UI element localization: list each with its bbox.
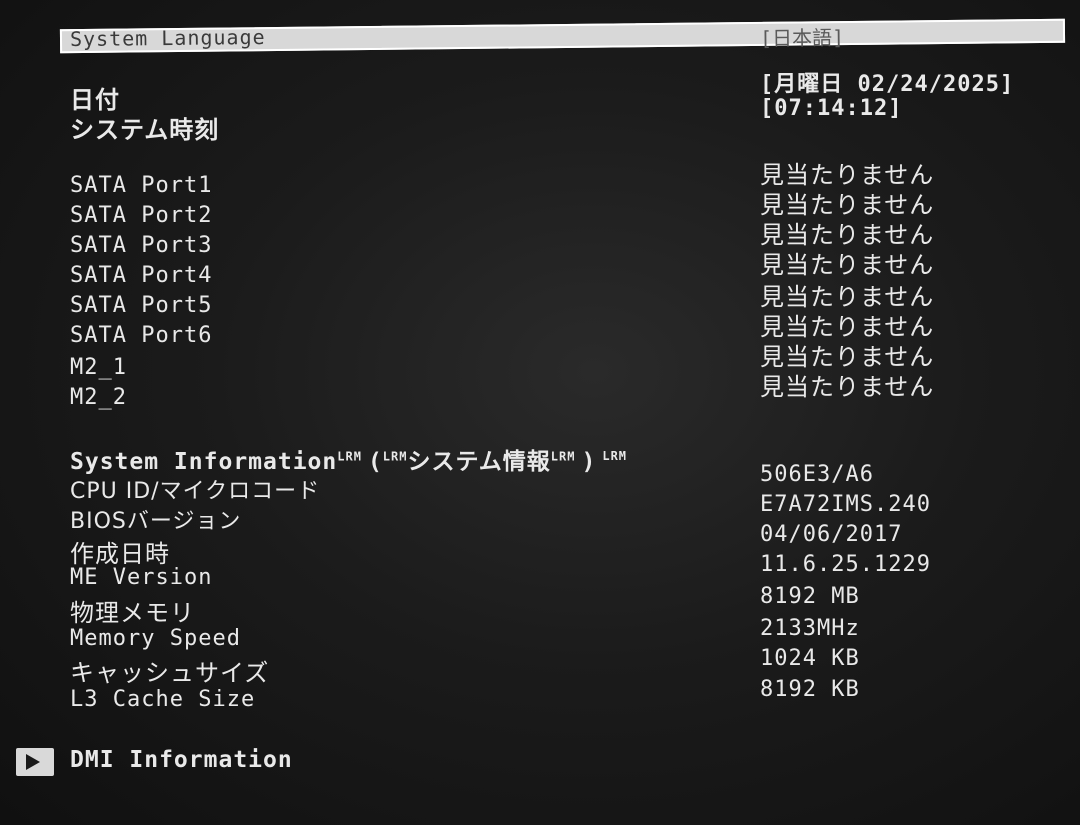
bios-version-value: E7A72IMS.240 <box>760 492 931 517</box>
system-information-heading: System InformationLRM (LRMシステム情報LRM) LRM <box>70 442 627 476</box>
sata-port1-label: SATA Port1 <box>70 173 213 198</box>
m2-2-label: M2_2 <box>70 385 127 410</box>
system-time-label: システム時刻 <box>70 116 220 144</box>
system-language-value[interactable]: [日本語] <box>760 22 844 52</box>
open-paren: ( <box>367 449 383 475</box>
build-date-value: 04/06/2017 <box>760 522 903 547</box>
system-information-title-en: System Information <box>70 449 338 475</box>
build-date-label: 作成日時 <box>70 540 170 568</box>
system-information-title-jp: システム情報 <box>407 449 551 475</box>
l3-cache-size-value: 8192 KB <box>760 677 860 702</box>
system-language-label: System Language <box>69 24 266 52</box>
submenu-arrow-icon <box>16 748 54 776</box>
physical-memory-value: 8192 MB <box>760 584 860 609</box>
sata-port3-label: SATA Port3 <box>70 233 213 258</box>
time-value[interactable]: [07:14:12] <box>760 96 902 121</box>
lrm-mark-2: LRM <box>382 449 408 464</box>
sata-port5-label: SATA Port5 <box>70 293 213 318</box>
bios-screen: System Language [日本語] 日付 システム時刻 [月曜日 02/… <box>0 0 1080 825</box>
m2-2-value: 見当たりません <box>760 373 935 401</box>
system-language-row[interactable]: System Language [日本語] <box>59 14 1070 54</box>
lrm-mark-4: LRM <box>602 449 628 464</box>
memory-speed-value: 2133MHz <box>760 616 860 641</box>
sata-port4-label: SATA Port4 <box>70 263 213 288</box>
cache-size-value: 1024 KB <box>760 646 860 671</box>
m2-1-label: M2_1 <box>70 355 127 380</box>
dmi-information-label[interactable]: DMI Information <box>70 747 293 773</box>
memory-speed-label: Memory Speed <box>70 626 241 651</box>
lrm-mark-1: LRM <box>337 449 362 464</box>
date-value[interactable]: [月曜日 02/24/2025] <box>760 66 1014 98</box>
sata-port2-label: SATA Port2 <box>70 203 213 228</box>
me-version-label: ME Version <box>70 565 213 590</box>
cpu-id-value: 506E3/A6 <box>760 462 874 487</box>
sata-port4-value: 見当たりません <box>760 251 935 279</box>
l3-cache-size-label: L3 Cache Size <box>70 687 256 712</box>
cpu-id-label: CPU ID/マイクロコード <box>70 479 321 504</box>
bios-version-label: BIOSバージョン <box>70 509 242 534</box>
me-version-value: 11.6.25.1229 <box>760 552 931 577</box>
physical-memory-label: 物理メモリ <box>70 599 195 627</box>
cache-size-label: キャッシュサイズ <box>70 659 270 687</box>
close-paren: ) <box>581 449 597 475</box>
lrm-mark-3: LRM <box>550 449 576 464</box>
sata-port6-label: SATA Port6 <box>70 323 213 348</box>
